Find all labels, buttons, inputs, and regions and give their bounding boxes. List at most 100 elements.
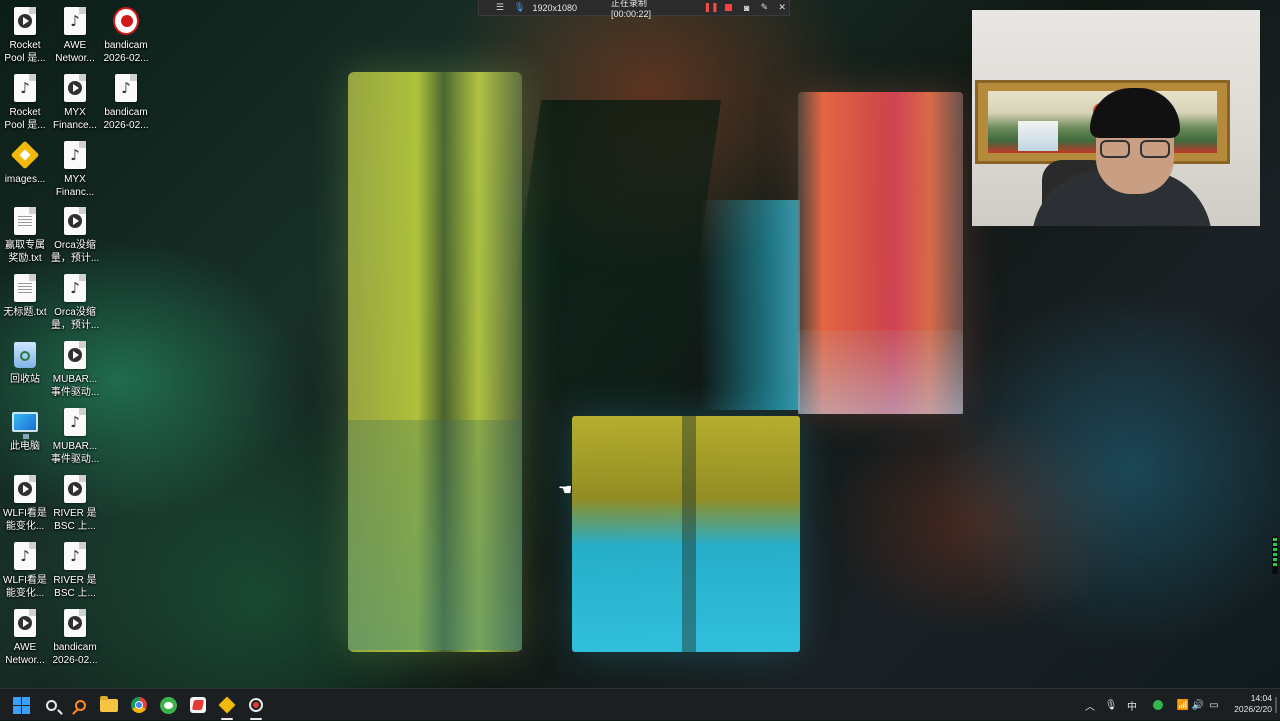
desktop-icon[interactable]: ♪ Orca没缩 量，预计... [50,269,100,335]
tray-app-icon[interactable] [1150,689,1166,721]
taskbar-everything-search[interactable] [68,693,92,717]
person-glasses [1100,140,1172,160]
desktop-icon[interactable]: ♪ Rocket Pool 是... [0,69,50,135]
text-file-icon [12,273,38,303]
desktop-icon-label: MUBAR... 事件驱动... [50,441,100,465]
desktop-icon[interactable]: images... [0,136,50,202]
tray-overflow-chevron-icon[interactable]: ︿ [1082,689,1098,721]
video-file-icon [62,474,88,504]
wallpaper-prism-red-base [798,330,963,414]
taskbar-chrome[interactable] [127,693,151,717]
microphone-icon[interactable]: 🎙 [513,1,527,15]
desktop-icon[interactable]: 此电脑 [0,403,50,469]
desktop-icon-label: MYX Financ... [55,174,95,198]
audio-file-icon: ♪ [62,140,88,170]
taskbar: ︿ 🎙 中 📶 🔊 ▭ 14:04 2026/2/20 [0,688,1280,720]
desktop-icon-label: RIVER 是 BSC 上... [53,508,97,532]
desktop-icon-label: WLFI看是 能变化... [3,575,47,599]
desktop-icon[interactable]: 赢取专属 奖励.txt [0,202,50,268]
video-file-icon [62,340,88,370]
desktop-icon[interactable]: WLFI看是 能变化... [0,470,50,536]
desktop-icon[interactable]: 回收站 [0,336,50,402]
this-pc-icon [12,407,38,439]
wechat-icon [159,696,177,714]
desktop-icon-label: 无标题.txt [3,307,47,318]
video-file-icon [12,6,38,36]
desktop-icon-label: MYX Finance... [53,107,97,131]
taskbar-app[interactable] [186,693,210,717]
wifi-icon[interactable]: 📶 [1175,689,1191,721]
folder-icon [100,695,118,712]
desktop-icon-label: RIVER 是 BSC 上... [53,575,97,599]
desktop-icon[interactable]: ♪ WLFI看是 能变化... [0,537,50,603]
taskbar-binance[interactable] [215,693,239,717]
desktop-icon-label: images... [4,174,46,185]
taskbar-wechat[interactable] [156,693,180,717]
clock-time: 14:04 [1250,693,1272,703]
desktop-icon-label: 回收站 [10,374,40,385]
input-method-indicator[interactable]: 中 [1124,689,1140,721]
desktop-icon[interactable]: ♪ AWE Networ... [50,2,100,68]
battery-icon[interactable]: ▭ [1206,689,1222,721]
desktop-icon[interactable]: Rocket Pool 是... [0,2,50,68]
desktop-icon[interactable]: ♪ bandicam 2026-02... [101,69,151,135]
desktop-icon[interactable]: bandicam 2026-02... [101,2,151,68]
audio-level-meter [1272,536,1278,574]
windows-logo-icon [12,696,30,714]
desktop-icon-label: Orca没缩 量，预计... [50,240,100,264]
desktop-icon[interactable]: AWE Networ... [0,604,50,670]
desktop-icon-label: 此电脑 [10,441,40,452]
recorder-control-bar: ☰ 🎙 1920x1080 正在录制 [00:00:22] ❚❚ ◙ ✎ ✕ [478,0,790,19]
taskbar-bandicam[interactable] [244,693,268,717]
desktop-icon[interactable]: bandicam 2026-02... [50,604,100,670]
desktop-icon-label: Rocket Pool 是... [4,40,46,64]
recording-status: 正在录制 [00:00:22] [611,0,652,19]
desktop-icon[interactable]: 无标题.txt [0,269,50,335]
everything-search-icon [74,699,86,711]
wallpaper-prism-cyan [572,416,800,652]
desktop-icon[interactable]: MUBAR... 事件驱动... [50,336,100,402]
volume-icon[interactable]: 🔊 [1190,689,1206,721]
desktop-icon[interactable]: RIVER 是 BSC 上... [50,470,100,536]
close-icon[interactable]: ✕ [775,1,789,15]
clock-date: 2026/2/20 [1234,704,1272,714]
stop-icon[interactable] [722,1,736,15]
desktop-icon[interactable]: Orca没缩 量，预计... [50,202,100,268]
desktop-icon-label: WLFI看是 能变化... [3,508,47,532]
desktop-icon[interactable]: MYX Finance... [50,69,100,135]
audio-file-icon: ♪ [12,73,38,103]
pen-icon[interactable]: ✎ [758,1,772,15]
camera-icon[interactable]: ◙ [740,1,754,15]
menu-icon[interactable]: ☰ [493,1,507,15]
desktop-icon[interactable]: ♪ MYX Financ... [50,136,100,202]
wallpaper-prism-yellow-base [348,420,522,650]
desktop-icon-label: MUBAR... 事件驱动... [50,374,100,398]
start-button[interactable] [9,693,33,717]
show-desktop-button[interactable] [1275,697,1277,713]
audio-file-icon: ♪ [62,6,88,36]
audio-file-icon: ♪ [62,407,88,437]
bandicam-icon [113,6,139,36]
search-icon [45,699,57,711]
video-file-icon [62,608,88,638]
desktop-icon-label: Rocket Pool 是... [4,107,46,131]
video-file-icon [12,474,38,504]
taskbar-file-explorer[interactable] [97,693,121,717]
binance-icon [10,140,40,170]
desktop-icon-label: bandicam 2026-02... [103,107,149,131]
taskbar-search-button[interactable] [39,693,63,717]
desktop-icon-label: AWE Networ... [55,40,95,64]
desktop-icon-label: 赢取专属 奖励.txt [5,240,45,264]
audio-file-icon: ♪ [12,541,38,571]
text-file-icon [12,206,38,236]
desktop-icon[interactable]: ♪ RIVER 是 BSC 上... [50,537,100,603]
webcam-overlay[interactable] [972,10,1260,226]
desktop-icon[interactable]: ♪ MUBAR... 事件驱动... [50,403,100,469]
tray-microphone-icon[interactable]: 🎙 [1103,689,1119,721]
desktop-icon-label: Orca没缩 量，预计... [50,307,100,331]
pause-icon[interactable]: ❚❚ [704,1,719,15]
taskbar-clock[interactable]: 14:04 2026/2/20 [1222,693,1272,715]
desktop-icon-label: bandicam 2026-02... [52,642,98,666]
audio-file-icon: ♪ [113,73,139,103]
recycle-bin-icon [12,340,38,370]
